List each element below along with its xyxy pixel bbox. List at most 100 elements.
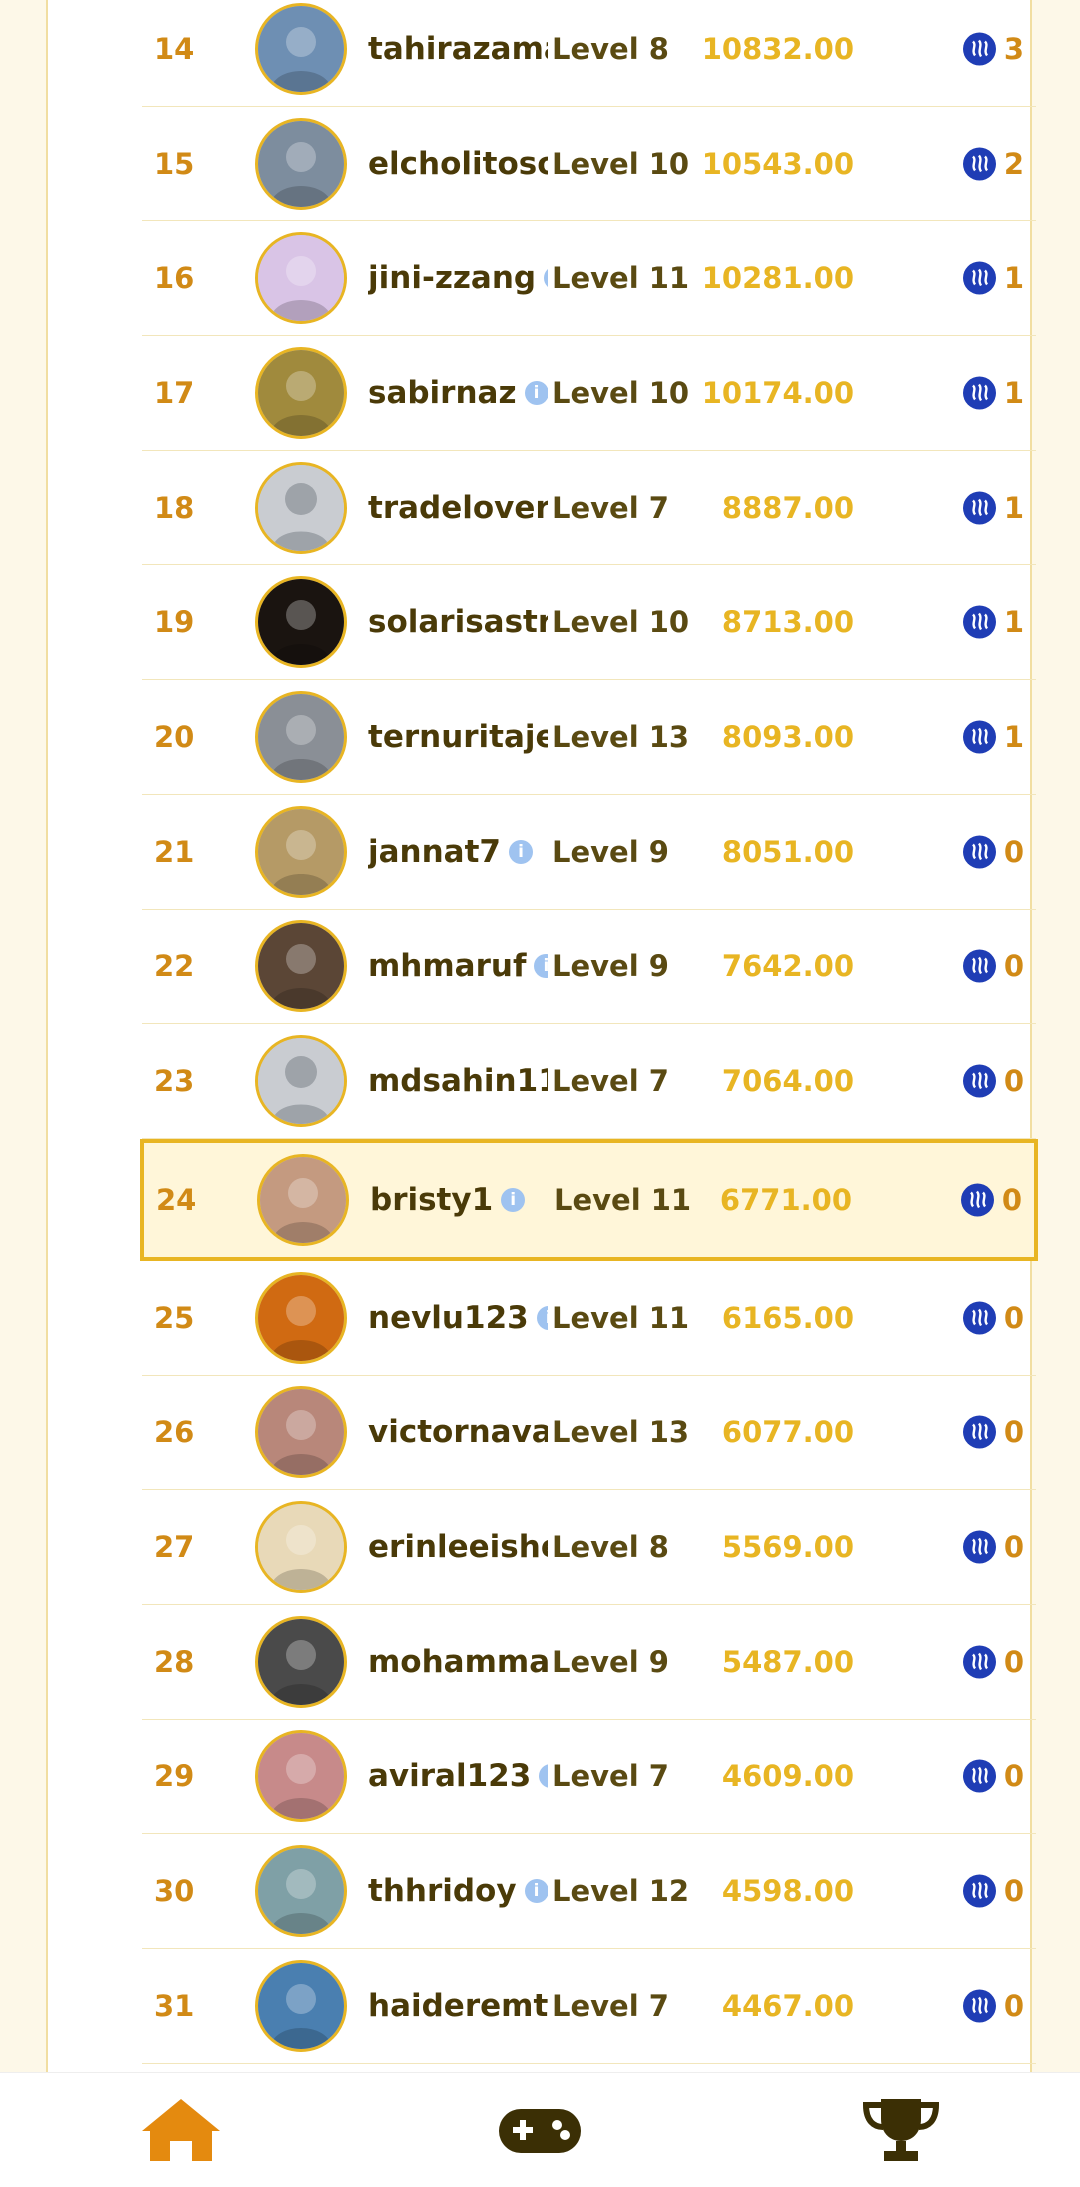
avatar[interactable] [255,1845,347,1938]
username-cell: haideremtiaz [368,1988,548,2024]
leaderboard-row[interactable]: 18 tradelover Level 7 8887.00 1 [142,451,1036,566]
username[interactable]: haideremtiaz [368,1988,548,2024]
steem-coin-icon [963,605,996,639]
avatar[interactable] [255,1501,347,1594]
username[interactable]: solarisastro [368,604,548,640]
info-icon[interactable]: i [524,380,548,405]
username[interactable]: bristy1 [370,1182,493,1218]
score-value: 8051.00 [721,834,854,869]
reward-count: 3 [1003,31,1024,66]
username-cell: nevlu123 i [368,1300,548,1336]
nav-leaderboard-button[interactable] [856,2095,946,2165]
info-icon[interactable]: i [536,1305,548,1330]
info-icon[interactable]: i [534,954,548,979]
score-value: 5569.00 [721,1530,854,1565]
username[interactable]: tradelover [368,490,548,526]
level-label: Level 7 [552,1759,669,1794]
rank-number: 24 [156,1182,197,1217]
leaderboard-row[interactable]: 27 erinleeisherselfLevel 8 5569.00 0 [142,1490,1036,1605]
avatar[interactable] [255,1615,347,1708]
leaderboard-row[interactable]: 17 sabirnaz i Level 10 10174.00 1 [142,336,1036,451]
reward-count: 0 [1003,1530,1024,1565]
reward-count: 0 [1003,1300,1024,1335]
leaderboard-row[interactable]: 31 haideremtiazLevel 7 4467.00 0 [142,1949,1036,2064]
reward-count: 0 [1003,1415,1024,1450]
leaderboard-row[interactable]: 29 aviral123 iLevel 7 4609.00 0 [142,1720,1036,1835]
avatar[interactable] [255,2,347,95]
avatar[interactable] [255,1730,347,1823]
level-label: Level 11 [554,1182,692,1217]
leaderboard-row[interactable]: 23 mdsahin111Level 7 7064.00 0 [142,1024,1036,1139]
leaderboard-row[interactable]: 16 jini-zzang iLevel 11 10281.00 1 [142,221,1036,337]
leaderboard-row[interactable]: 28 mohammadsajibLevel 9 5487.00 0 [142,1605,1036,1720]
username[interactable]: nevlu123 [368,1300,529,1336]
username[interactable]: mhmaruf [368,948,526,984]
username[interactable]: ternuritajeje [368,719,548,755]
username-cell: ternuritajeje [368,719,548,755]
score-value: 4609.00 [721,1759,854,1794]
username[interactable]: mohammadsajib [368,1644,548,1680]
leaderboard-row[interactable]: 15 elcholitosoundLevel 10 10543.00 2 [142,107,1036,222]
steem-coin-icon [961,1183,994,1217]
level-label: Level 10 [552,146,690,181]
nav-home-button[interactable] [136,2095,226,2165]
avatar[interactable] [255,690,347,783]
username[interactable]: aviral123 [368,1758,531,1794]
leaderboard-row[interactable]: 25 nevlu123 iLevel 11 6165.00 0 [142,1261,1036,1376]
avatar[interactable] [255,805,347,898]
username-cell: victornavarro [368,1414,548,1450]
level-label: Level 11 [552,261,690,296]
avatar[interactable] [255,1386,347,1479]
info-icon[interactable]: i [539,1764,548,1789]
username[interactable]: jannat7 [368,834,501,870]
username[interactable]: sabirnaz [368,375,517,411]
leaderboard-row[interactable]: 20 ternuritajejeLevel 13 8093.00 1 [142,680,1036,795]
level-label: Level 7 [552,1064,669,1099]
leaderboard-row[interactable]: 21 jannat7 i Level 9 8051.00 0 [142,795,1036,910]
leaderboard-row[interactable]: 14 tahirazamalLevel 8 10832.00 3 [142,0,1036,107]
level-label: Level 7 [552,1988,669,2023]
avatar[interactable] [255,576,347,669]
username[interactable]: thhridoy [368,1873,517,1909]
score-value: 8713.00 [721,605,854,640]
avatar[interactable] [255,1959,347,2052]
nav-games-button[interactable] [495,2095,585,2165]
reward-count: 2 [1003,146,1024,181]
leaderboard-row-current-user[interactable]: 24 bristy1 i Level 11 6771.00 0 [140,1138,1038,1261]
rank-number: 28 [154,1644,195,1679]
username-cell: mdsahin111 [368,1063,548,1099]
info-icon[interactable]: i [509,839,533,864]
level-label: Level 13 [552,1415,690,1450]
steem-coin-icon [963,835,996,869]
avatar[interactable] [257,1153,349,1246]
avatar[interactable] [255,346,347,439]
level-label: Level 8 [552,31,669,66]
reward-count: 0 [1003,1644,1024,1679]
username[interactable]: victornavarro [368,1414,548,1450]
username[interactable]: elcholitosound [368,146,548,182]
avatar[interactable] [255,117,347,210]
rank-number: 30 [154,1874,195,1909]
rank-number: 22 [154,949,195,984]
leaderboard-row[interactable]: 26 victornavarroLevel 13 6077.00 0 [142,1376,1036,1491]
avatar[interactable] [255,1271,347,1364]
leaderboard-row[interactable]: 22 mhmaruf i Level 9 7642.00 0 [142,910,1036,1025]
rank-number: 26 [154,1415,195,1450]
avatar[interactable] [255,461,347,554]
rank-number: 15 [154,146,195,181]
info-icon[interactable]: i [524,1879,548,1904]
avatar[interactable] [255,1035,347,1128]
avatar[interactable] [255,232,347,325]
username[interactable]: mdsahin111 [368,1063,548,1099]
username[interactable]: jini-zzang [368,260,536,296]
level-label: Level 10 [552,605,690,640]
leaderboard-row[interactable]: 19 solarisastroLevel 10 8713.00 1 [142,565,1036,681]
score-value: 8887.00 [721,490,854,525]
info-icon[interactable]: i [501,1187,526,1212]
username[interactable]: tahirazamal [368,31,548,67]
score-value: 10543.00 [701,146,854,181]
avatar[interactable] [255,920,347,1013]
username[interactable]: erinleeisherself [368,1529,548,1565]
info-icon[interactable]: i [544,266,548,291]
leaderboard-row[interactable]: 30 thhridoy i Level 12 4598.00 0 [142,1834,1036,1949]
